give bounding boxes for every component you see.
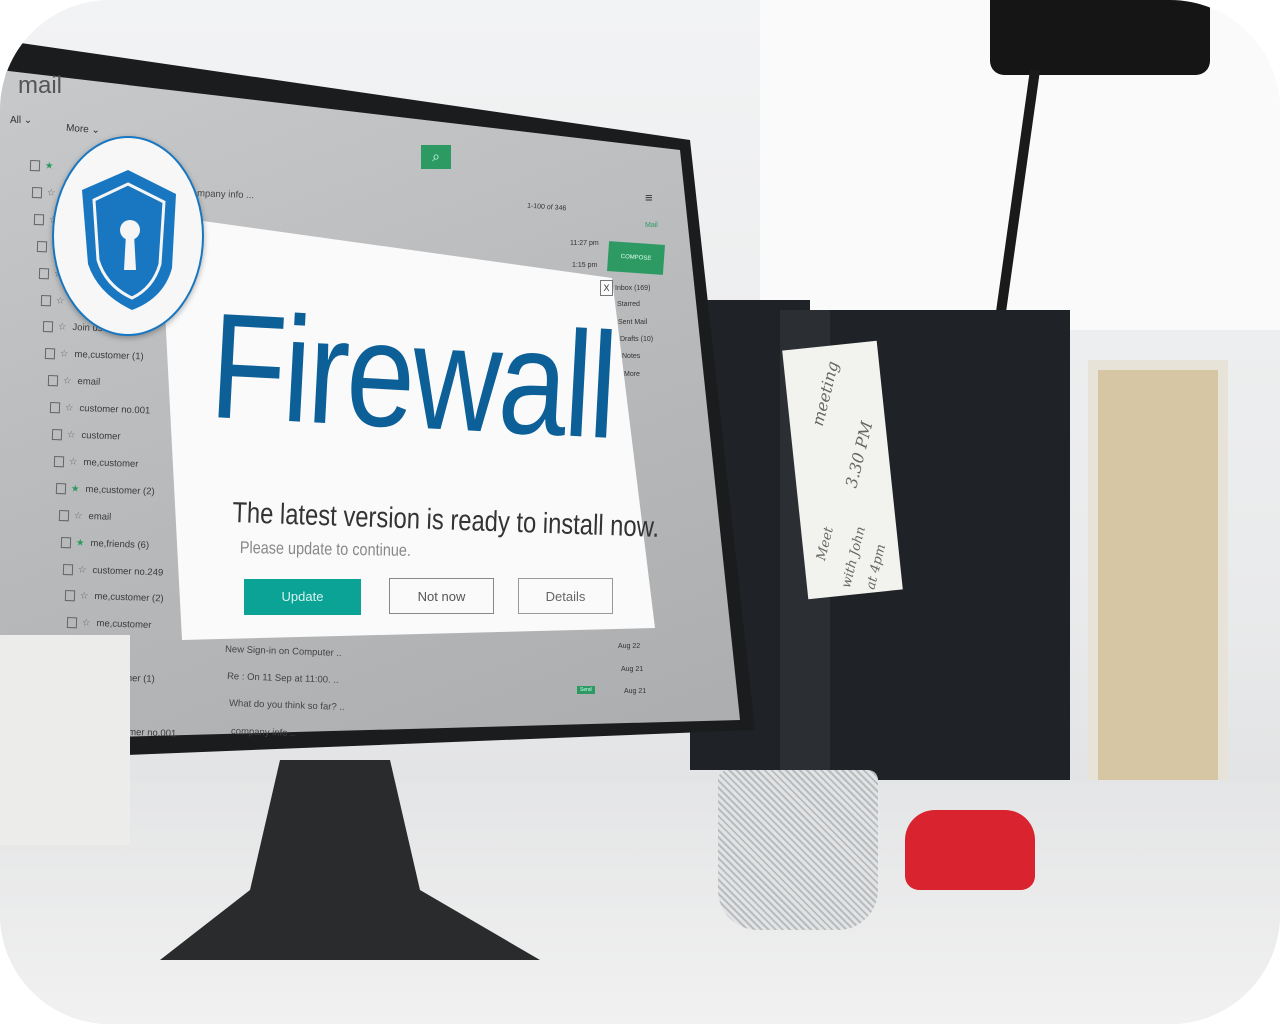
row-checkbox[interactable] bbox=[38, 267, 49, 279]
filter-all-label: All bbox=[10, 115, 22, 126]
row-checkbox[interactable] bbox=[47, 375, 58, 387]
star-icon[interactable]: ☆ bbox=[80, 591, 89, 602]
star-icon[interactable]: ☆ bbox=[65, 403, 74, 414]
row-checkbox[interactable] bbox=[51, 429, 63, 441]
folder-notes[interactable]: Notes bbox=[622, 353, 640, 360]
photo-frame: meeting 3.30 PM Meet with John at 4pm ma… bbox=[0, 0, 1280, 1024]
star-icon[interactable]: ★ bbox=[71, 483, 80, 494]
filter-more-label: More bbox=[65, 122, 90, 136]
folder-starred[interactable]: Starred bbox=[617, 301, 640, 308]
row-checkbox[interactable] bbox=[53, 455, 65, 468]
chattering-teeth-toy bbox=[905, 810, 1035, 890]
folder-sent[interactable]: Sent Mail bbox=[618, 319, 647, 326]
filter-all[interactable]: All ⌄ bbox=[10, 115, 32, 126]
star-icon[interactable]: ★ bbox=[45, 161, 54, 172]
mail-app-title: mail bbox=[18, 72, 63, 99]
folder-drafts[interactable]: Drafts (10) bbox=[620, 336, 653, 343]
note-line: meeting bbox=[807, 359, 843, 428]
row-sender: me,customer bbox=[96, 618, 152, 632]
row-checkbox[interactable] bbox=[67, 617, 78, 629]
star-icon[interactable]: ☆ bbox=[60, 349, 69, 360]
note-line: Meet bbox=[814, 525, 837, 563]
row-sender: customer no.249 bbox=[92, 564, 164, 579]
nav-label: Mail bbox=[645, 222, 658, 229]
update-button[interactable]: Update bbox=[244, 579, 361, 615]
row-subject: company info .. bbox=[231, 725, 296, 740]
email-time: 11:27 pm bbox=[570, 240, 599, 247]
paper-sheet bbox=[0, 635, 130, 845]
pencil-cup bbox=[718, 770, 878, 930]
details-button[interactable]: Details bbox=[518, 578, 613, 614]
search-button[interactable]: ⌕ bbox=[421, 145, 451, 169]
star-icon[interactable]: ★ bbox=[76, 537, 85, 548]
star-icon[interactable]: ☆ bbox=[69, 456, 78, 467]
email-row[interactable]: ☆ email bbox=[58, 509, 111, 523]
row-checkbox[interactable] bbox=[62, 563, 74, 575]
dialog-submessage: Please update to continue. bbox=[239, 538, 412, 560]
folder-more[interactable]: More bbox=[624, 371, 640, 378]
note-line: 3.30 PM bbox=[841, 419, 877, 490]
row-checkbox[interactable] bbox=[29, 160, 41, 172]
star-icon[interactable]: ☆ bbox=[73, 510, 82, 521]
row-checkbox[interactable] bbox=[49, 402, 60, 414]
cork-board bbox=[1088, 360, 1228, 810]
row-sender: me,customer (2) bbox=[85, 483, 156, 498]
row-sender: me,friends (6) bbox=[90, 537, 150, 551]
row-checkbox[interactable] bbox=[56, 482, 67, 495]
search-icon: ⌕ bbox=[432, 148, 440, 164]
row-checkbox[interactable] bbox=[45, 348, 56, 360]
send-button[interactable]: Send bbox=[577, 686, 595, 694]
row-sender: email bbox=[76, 376, 100, 389]
desk bbox=[0, 780, 1280, 1024]
dialog-title: Firewall bbox=[206, 281, 619, 470]
compose-button[interactable]: COMPOSE bbox=[607, 241, 665, 275]
row-checkbox[interactable] bbox=[36, 240, 47, 253]
close-button[interactable]: X bbox=[600, 280, 613, 296]
row-checkbox[interactable] bbox=[58, 509, 69, 522]
not-now-button[interactable]: Not now bbox=[389, 578, 494, 614]
row-sender: email bbox=[87, 510, 111, 523]
email-row[interactable]: ☆ customer bbox=[51, 429, 121, 443]
shield-keyhole-icon bbox=[82, 170, 176, 310]
email-date: Aug 21 bbox=[621, 666, 644, 673]
row-sender: me,customer bbox=[83, 456, 139, 470]
folder-inbox[interactable]: Inbox (169) bbox=[615, 285, 650, 292]
row-checkbox[interactable] bbox=[31, 186, 43, 199]
row-checkbox[interactable] bbox=[34, 213, 45, 226]
star-icon[interactable]: ☆ bbox=[67, 430, 76, 441]
row-checkbox[interactable] bbox=[40, 294, 52, 306]
email-date: Aug 22 bbox=[618, 643, 641, 650]
row-checkbox[interactable] bbox=[64, 590, 76, 602]
note-line: at 4pm bbox=[863, 542, 890, 592]
desk-lamp bbox=[990, 0, 1210, 75]
star-icon[interactable]: ☆ bbox=[82, 618, 91, 629]
star-icon[interactable]: ☆ bbox=[62, 376, 71, 387]
row-sender: customer bbox=[81, 430, 121, 443]
row-checkbox[interactable] bbox=[60, 536, 71, 548]
filter-more[interactable]: More ⌄ bbox=[66, 123, 101, 136]
email-date: Aug 21 bbox=[624, 688, 647, 695]
email-row[interactable]: ☆ email bbox=[47, 375, 100, 388]
email-time: 1:15 pm bbox=[572, 262, 598, 269]
row-checkbox[interactable] bbox=[42, 321, 54, 333]
star-icon[interactable]: ☆ bbox=[78, 564, 87, 575]
security-badge bbox=[52, 136, 204, 336]
menu-icon[interactable]: ≡ bbox=[645, 190, 653, 205]
